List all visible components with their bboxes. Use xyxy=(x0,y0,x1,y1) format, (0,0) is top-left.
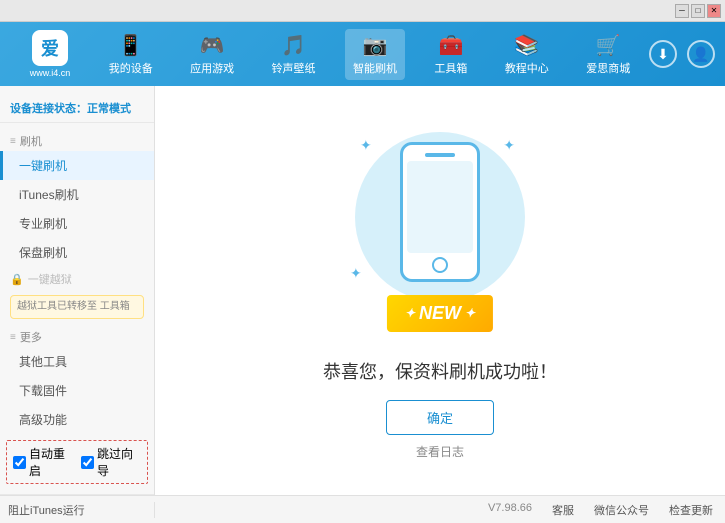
flash-section-icon: ≡ xyxy=(10,136,16,147)
sparkle-icon-2: ✦ xyxy=(503,137,515,154)
nav-tutorial-label: 教程中心 xyxy=(505,60,549,76)
my-device-icon: 📱 xyxy=(118,33,143,58)
sidebar: 设备连接状态：正常模式 ≡ 刷机 一键刷机 iTunes刷机 专业刷机 保盘刷机… xyxy=(0,86,155,495)
logo-url: www.i4.cn xyxy=(30,68,71,78)
sidebar-item-advanced[interactable]: 高级功能 xyxy=(0,405,154,434)
nav-my-device[interactable]: 📱 我的设备 xyxy=(101,29,161,80)
sidebar-section-flash: ≡ 刷机 xyxy=(0,129,154,151)
logo[interactable]: 爱 www.i4.cn xyxy=(10,30,90,78)
header-right: ⬇ 👤 xyxy=(649,40,715,68)
header: 爱 www.i4.cn 📱 我的设备 🎮 应用游戏 🎵 铃声壁纸 📷 智能刷机 … xyxy=(0,22,725,86)
more-section-icon: ≡ xyxy=(10,332,16,343)
skip-wizard-input[interactable] xyxy=(81,456,94,469)
flash-section-label: 刷机 xyxy=(20,133,42,149)
sidebar-item-download-firmware[interactable]: 下载固件 xyxy=(0,376,154,405)
nav-my-device-label: 我的设备 xyxy=(109,60,153,76)
sidebar-section-more: ≡ 更多 xyxy=(0,325,154,347)
phone-screen xyxy=(407,161,473,253)
nav-mall[interactable]: 🛒 爱思商城 xyxy=(578,29,638,80)
user-btn[interactable]: 👤 xyxy=(687,40,715,68)
phone-speaker xyxy=(425,153,455,157)
version-label: V7.98.66 xyxy=(488,502,532,518)
lock-icon: 🔒 xyxy=(10,273,24,286)
sidebar-jailbreak-locked: 🔒 一键越狱 xyxy=(0,267,154,291)
tutorial-icon: 📚 xyxy=(514,33,539,58)
sidebar-item-other-tools[interactable]: 其他工具 xyxy=(0,347,154,376)
status-value: 正常模式 xyxy=(87,103,131,115)
nav-tutorial[interactable]: 📚 教程中心 xyxy=(497,29,557,80)
success-message: 恭喜您，保资料刷机成功啦！ xyxy=(323,358,557,384)
nav-ringtones[interactable]: 🎵 铃声壁纸 xyxy=(264,29,324,80)
nav-ringtones-label: 铃声壁纸 xyxy=(272,60,316,76)
jailbreak-label: 一键越狱 xyxy=(28,271,72,287)
nav-toolbox-label: 工具箱 xyxy=(434,60,467,76)
phone-body xyxy=(400,142,480,282)
auto-restart-checkbox[interactable]: 自动重启 xyxy=(13,445,73,479)
phone-illustration: ✦ ✦ ✦ NEW xyxy=(340,122,540,342)
customer-service-link[interactable]: 客服 xyxy=(552,502,574,518)
sparkle-icon-3: ✦ xyxy=(350,265,362,282)
close-btn[interactable]: ✕ xyxy=(707,4,721,18)
stop-itunes[interactable]: 阻止iTunes运行 xyxy=(0,502,155,518)
auto-restart-label: 自动重启 xyxy=(29,445,73,479)
phone-home-button xyxy=(432,257,448,273)
sidebar-item-itunes-flash[interactable]: iTunes刷机 xyxy=(0,180,154,209)
main-layout: 设备连接状态：正常模式 ≡ 刷机 一键刷机 iTunes刷机 专业刷机 保盘刷机… xyxy=(0,86,725,495)
toolbox-icon: 🧰 xyxy=(438,33,463,58)
nav-smart-flash-label: 智能刷机 xyxy=(353,60,397,76)
check-update-link[interactable]: 检查更新 xyxy=(669,502,713,518)
wechat-link[interactable]: 微信公众号 xyxy=(594,502,649,518)
sidebar-item-pro-flash[interactable]: 专业刷机 xyxy=(0,209,154,238)
window-controls[interactable]: ─ □ ✕ xyxy=(675,4,721,18)
nav-items: 📱 我的设备 🎮 应用游戏 🎵 铃声壁纸 📷 智能刷机 🧰 工具箱 📚 教程中心… xyxy=(90,29,649,80)
maximize-btn[interactable]: □ xyxy=(691,4,705,18)
phone-body-wrapper xyxy=(400,142,480,282)
auto-restart-input[interactable] xyxy=(13,456,26,469)
new-badge: NEW xyxy=(387,295,493,332)
sidebar-item-one-click-flash[interactable]: 一键刷机 xyxy=(0,151,154,180)
nav-toolbox[interactable]: 🧰 工具箱 xyxy=(426,29,475,80)
skip-wizard-checkbox[interactable]: 跳过向导 xyxy=(81,445,141,479)
bottom-status-bar: 阻止iTunes运行 V7.98.66 客服 微信公众号 检查更新 xyxy=(0,495,725,523)
download-btn[interactable]: ⬇ xyxy=(649,40,677,68)
history-link[interactable]: 查看日志 xyxy=(416,443,464,460)
nav-smart-flash[interactable]: 📷 智能刷机 xyxy=(345,29,405,80)
confirm-button[interactable]: 确定 xyxy=(386,400,494,435)
device-info: 📱 iPhone 12 mini 64GB Down-12mini-13,1 xyxy=(0,494,154,495)
skip-wizard-label: 跳过向导 xyxy=(97,445,141,479)
connection-status: 设备连接状态：正常模式 xyxy=(0,94,154,123)
nav-mall-label: 爱思商城 xyxy=(586,60,630,76)
nav-apps-games[interactable]: 🎮 应用游戏 xyxy=(182,29,242,80)
footer-links: V7.98.66 客服 微信公众号 检查更新 xyxy=(476,502,725,518)
checkbox-group: 自动重启 跳过向导 xyxy=(6,440,148,484)
sparkle-icon-1: ✦ xyxy=(360,137,372,154)
sidebar-item-save-flash[interactable]: 保盘刷机 xyxy=(0,238,154,267)
title-bar: ─ □ ✕ xyxy=(0,0,725,22)
smart-flash-icon: 📷 xyxy=(363,33,388,58)
main-content: ✦ ✦ ✦ NEW 恭喜您，保资料刷机成功啦！ 确定 查看日志 xyxy=(155,86,725,495)
status-prefix: 设备连接状态： xyxy=(10,103,87,115)
ringtones-icon: 🎵 xyxy=(281,33,306,58)
nav-apps-games-label: 应用游戏 xyxy=(190,60,234,76)
more-section-label: 更多 xyxy=(20,329,42,345)
apps-games-icon: 🎮 xyxy=(200,33,225,58)
jailbreak-notice: 越狱工具已转移至 工具箱 xyxy=(10,295,144,319)
mall-icon: 🛒 xyxy=(596,33,621,58)
logo-icon: 爱 xyxy=(32,30,68,66)
minimize-btn[interactable]: ─ xyxy=(675,4,689,18)
